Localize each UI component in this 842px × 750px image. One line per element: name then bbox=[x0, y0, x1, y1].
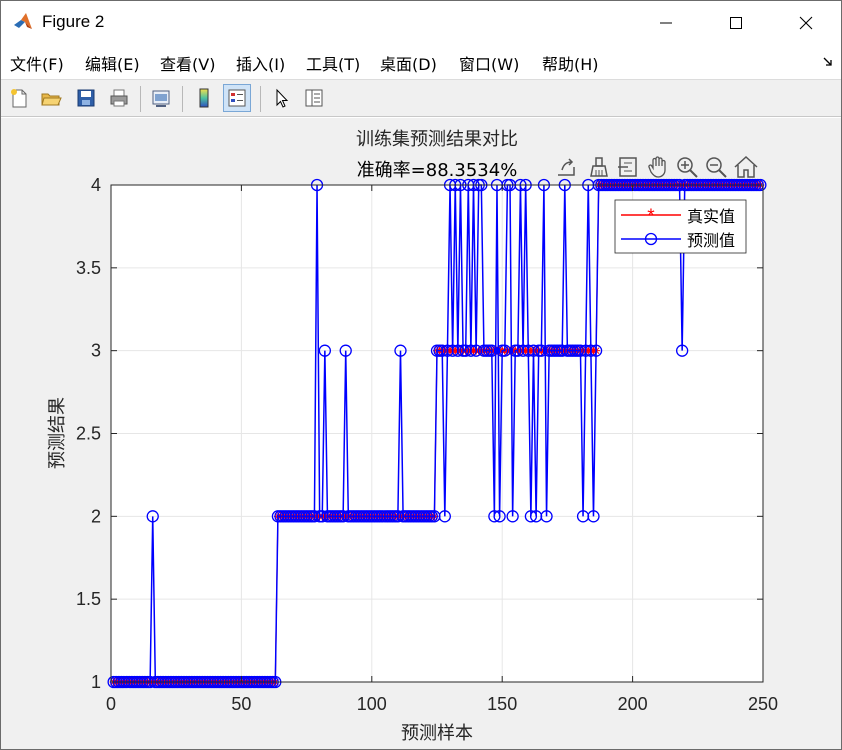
y-tick-label: 4 bbox=[91, 175, 101, 195]
datatip-button[interactable] bbox=[618, 157, 637, 177]
chart-title: 训练集预测结果对比 bbox=[356, 129, 518, 150]
legend-true-marker: * bbox=[647, 206, 655, 227]
maximize-button[interactable] bbox=[701, 1, 771, 45]
export-icon bbox=[558, 158, 575, 176]
property-inspector-button[interactable] bbox=[300, 84, 328, 112]
legend: * 真实值 预测值 bbox=[614, 199, 747, 254]
y-tick-label: 1 bbox=[91, 672, 101, 692]
x-tick-label: 100 bbox=[357, 694, 387, 714]
colorbar-icon bbox=[199, 88, 209, 108]
x-tick-label: 0 bbox=[106, 694, 116, 714]
menu-window[interactable]: 窗口(W) bbox=[459, 51, 519, 75]
menu-view[interactable]: 查看(V) bbox=[160, 51, 215, 75]
y-axis-label: 预测结果 bbox=[47, 397, 68, 469]
pointer-icon bbox=[276, 88, 289, 108]
home-button[interactable] bbox=[734, 155, 758, 178]
menu-file[interactable]: 文件(F) bbox=[10, 51, 64, 75]
chart-subtitle: 准确率=88.3534% bbox=[357, 160, 518, 181]
x-tick-label: 50 bbox=[231, 694, 251, 714]
y-tick-label: 2.5 bbox=[76, 424, 101, 444]
figure-canvas: 0 50 100 150 200 250 1 1.5 2 2.5 3 3.5 4 训练集预测结果对比 准… bbox=[1, 118, 841, 749]
new-figure-button[interactable] bbox=[5, 84, 33, 112]
x-tick-label: 150 bbox=[487, 694, 517, 714]
legend-pred-label: 预测值 bbox=[687, 231, 735, 250]
y-tick-label: 3.5 bbox=[76, 258, 101, 278]
x-tick-label: 250 bbox=[748, 694, 778, 714]
maximize-icon bbox=[730, 17, 742, 29]
legend-true-label: 真实值 bbox=[687, 207, 735, 226]
axes-toolbar bbox=[558, 155, 758, 178]
save-icon bbox=[77, 89, 95, 107]
title-bar: Figure 2 bbox=[1, 1, 841, 45]
save-button[interactable] bbox=[72, 84, 100, 112]
close-button[interactable] bbox=[771, 1, 841, 45]
pointer-button[interactable] bbox=[267, 84, 295, 112]
y-tick-label: 1.5 bbox=[76, 589, 101, 609]
figure-toolbar bbox=[1, 79, 841, 117]
menu-tools[interactable]: 工具(T) bbox=[306, 51, 360, 75]
dock-arrow-icon[interactable] bbox=[821, 55, 835, 69]
property-inspector-icon bbox=[305, 89, 323, 107]
new-figure-icon bbox=[11, 89, 27, 108]
pan-icon bbox=[648, 156, 666, 178]
matlab-logo-icon bbox=[14, 13, 32, 29]
open-file-icon bbox=[41, 93, 62, 106]
minimize-icon bbox=[660, 22, 672, 24]
menu-help[interactable]: 帮助(H) bbox=[542, 51, 599, 75]
toolbar-separator bbox=[260, 86, 261, 112]
minimize-button[interactable] bbox=[631, 1, 701, 45]
open-file-button[interactable] bbox=[37, 84, 65, 112]
menu-edit[interactable]: 编辑(E) bbox=[85, 51, 140, 75]
figure-window: Figure 2 文件(F) 编辑(E) 查看(V) 插入(I) 工具(T) 桌… bbox=[0, 0, 842, 750]
link-plot-icon bbox=[152, 90, 170, 107]
toolbar-separator bbox=[140, 86, 141, 112]
pan-button[interactable] bbox=[648, 156, 666, 178]
close-icon bbox=[799, 16, 813, 30]
zoom-out-icon bbox=[706, 157, 727, 178]
export-button[interactable] bbox=[558, 158, 575, 176]
y-tick-label: 3 bbox=[91, 341, 101, 361]
brush-icon bbox=[590, 157, 608, 177]
link-plot-button[interactable] bbox=[147, 84, 175, 112]
menu-bar: 文件(F) 编辑(E) 查看(V) 插入(I) 工具(T) 桌面(D) 窗口(W… bbox=[1, 47, 841, 77]
menu-desktop[interactable]: 桌面(D) bbox=[380, 51, 437, 75]
x-axis-label: 预测样本 bbox=[401, 723, 473, 744]
legend-icon bbox=[228, 89, 246, 107]
home-icon bbox=[734, 155, 758, 178]
y-tick-label: 2 bbox=[91, 506, 101, 526]
colorbar-button[interactable] bbox=[190, 84, 218, 112]
datatip-icon bbox=[618, 157, 637, 177]
window-title: Figure 2 bbox=[42, 12, 105, 31]
zoom-out-button[interactable] bbox=[706, 157, 727, 178]
brush-button[interactable] bbox=[590, 157, 608, 177]
chart-svg: 0 50 100 150 200 250 1 1.5 2 2.5 3 3.5 4 训练集预测结果对比 准… bbox=[47, 129, 778, 744]
legend-button[interactable] bbox=[223, 84, 251, 112]
print-icon bbox=[110, 89, 128, 107]
x-tick-label: 200 bbox=[618, 694, 648, 714]
menu-insert[interactable]: 插入(I) bbox=[236, 51, 285, 75]
toolbar-separator bbox=[182, 86, 183, 112]
zoom-in-icon bbox=[677, 157, 698, 178]
zoom-in-button[interactable] bbox=[677, 157, 698, 178]
print-button[interactable] bbox=[105, 84, 133, 112]
